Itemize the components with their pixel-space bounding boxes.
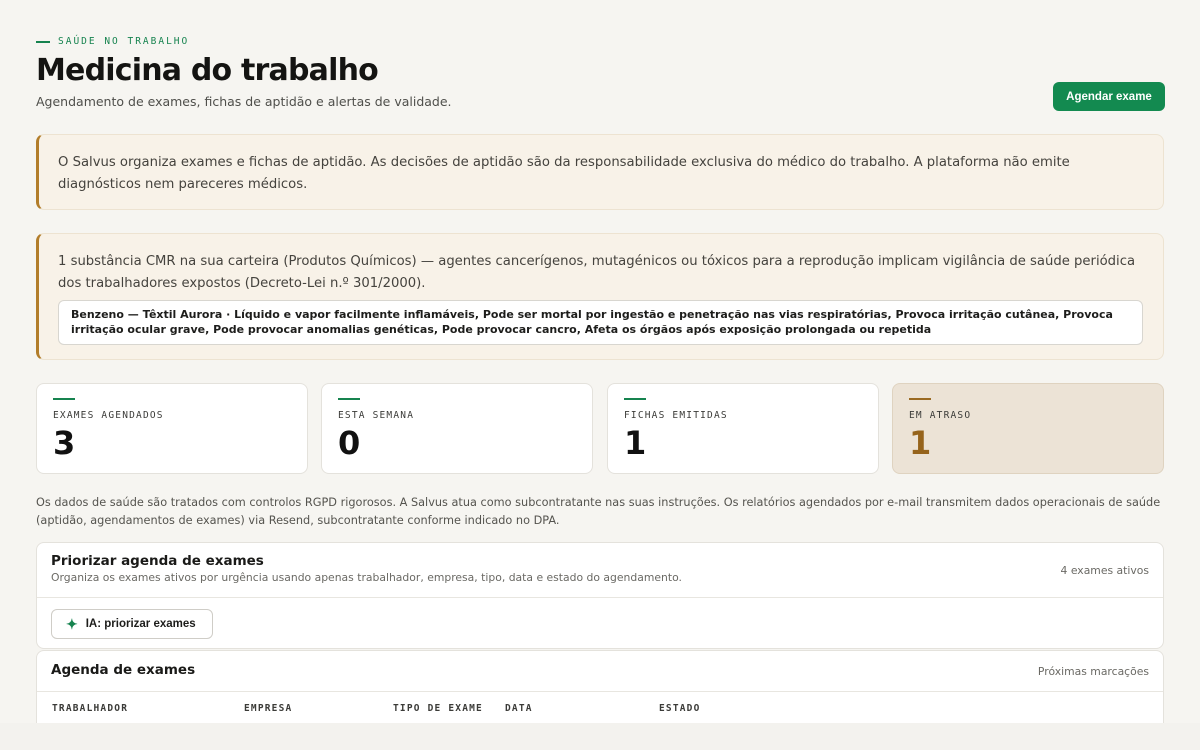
page-subtitle: Agendamento de exames, fichas de aptidão… bbox=[36, 94, 452, 109]
cmr-substance-item: Benzeno — Têxtil Aurora · Líquido e vapo… bbox=[58, 300, 1143, 345]
column-header-date[interactable]: DATA bbox=[505, 703, 533, 714]
agenda-title: Agenda de exames bbox=[51, 662, 196, 678]
disclaimer-text: O Salvus organiza exames e fichas de apt… bbox=[58, 155, 1070, 192]
eyebrow: SAÚDE NO TRABALHO bbox=[36, 36, 189, 47]
stat-label: FICHAS EMITIDAS bbox=[624, 410, 728, 421]
stat-card-scheduled: EXAMES AGENDADOS 3 bbox=[36, 383, 308, 474]
column-header-status[interactable]: ESTADO bbox=[659, 703, 701, 714]
prioritize-title: Priorizar agenda de exames bbox=[51, 553, 264, 569]
agenda-panel: Agenda de exames Próximas marcações TRAB… bbox=[36, 650, 1164, 723]
page: SAÚDE NO TRABALHO Medicina do trabalho A… bbox=[0, 0, 1200, 723]
prioritize-panel: Priorizar agenda de exames Organiza os e… bbox=[36, 542, 1164, 649]
stat-accent-bar bbox=[909, 398, 931, 400]
stat-value: 3 bbox=[53, 424, 76, 462]
column-header-worker[interactable]: TRABALHADOR bbox=[52, 703, 128, 714]
column-header-exam-type[interactable]: TIPO DE EXAME bbox=[393, 703, 483, 714]
prioritize-description: Organiza os exames ativos por urgência u… bbox=[51, 571, 682, 584]
stat-card-overdue: EM ATRASO 1 bbox=[892, 383, 1164, 474]
stat-value: 1 bbox=[909, 424, 932, 462]
agenda-header: Agenda de exames Próximas marcações bbox=[37, 651, 1163, 692]
stat-value: 0 bbox=[338, 424, 361, 462]
ai-prioritize-label: IA: priorizar exames bbox=[85, 618, 196, 630]
disclaimer-notice: O Salvus organiza exames e fichas de apt… bbox=[36, 134, 1164, 210]
stat-label: EM ATRASO bbox=[909, 410, 972, 421]
cmr-notice: 1 substância CMR na sua carteira (Produt… bbox=[36, 233, 1164, 360]
eyebrow-label: SAÚDE NO TRABALHO bbox=[58, 36, 190, 47]
column-header-company[interactable]: EMPRESA bbox=[244, 703, 292, 714]
stat-accent-bar bbox=[624, 398, 646, 400]
agenda-upcoming-label: Próximas marcações bbox=[1037, 665, 1149, 678]
stat-label: EXAMES AGENDADOS bbox=[53, 410, 164, 421]
bottom-strip bbox=[0, 723, 1200, 750]
ai-prioritize-button[interactable]: ✦ IA: priorizar exames bbox=[51, 609, 213, 639]
schedule-exam-button[interactable]: Agendar exame bbox=[1053, 82, 1165, 111]
stat-accent-bar bbox=[338, 398, 360, 400]
stat-accent-bar bbox=[53, 398, 75, 400]
gdpr-note: Os dados de saúde são tratados com contr… bbox=[36, 496, 1161, 527]
agenda-table-header: TRABALHADOR EMPRESA TIPO DE EXAME DATA E… bbox=[37, 692, 1163, 723]
stat-label: ESTA SEMANA bbox=[338, 410, 415, 421]
stat-card-this-week: ESTA SEMANA 0 bbox=[321, 383, 593, 474]
prioritize-header: Priorizar agenda de exames Organiza os e… bbox=[37, 543, 1163, 598]
page-title: Medicina do trabalho bbox=[36, 53, 379, 88]
eyebrow-dash bbox=[36, 40, 50, 43]
stat-card-issued: FICHAS EMITIDAS 1 bbox=[607, 383, 879, 474]
sparkle-icon: ✦ bbox=[66, 616, 78, 632]
cmr-notice-text: 1 substância CMR na sua carteira (Produt… bbox=[58, 254, 1136, 291]
active-exams-count: 4 exames ativos bbox=[1060, 564, 1149, 577]
stat-value: 1 bbox=[624, 424, 647, 462]
